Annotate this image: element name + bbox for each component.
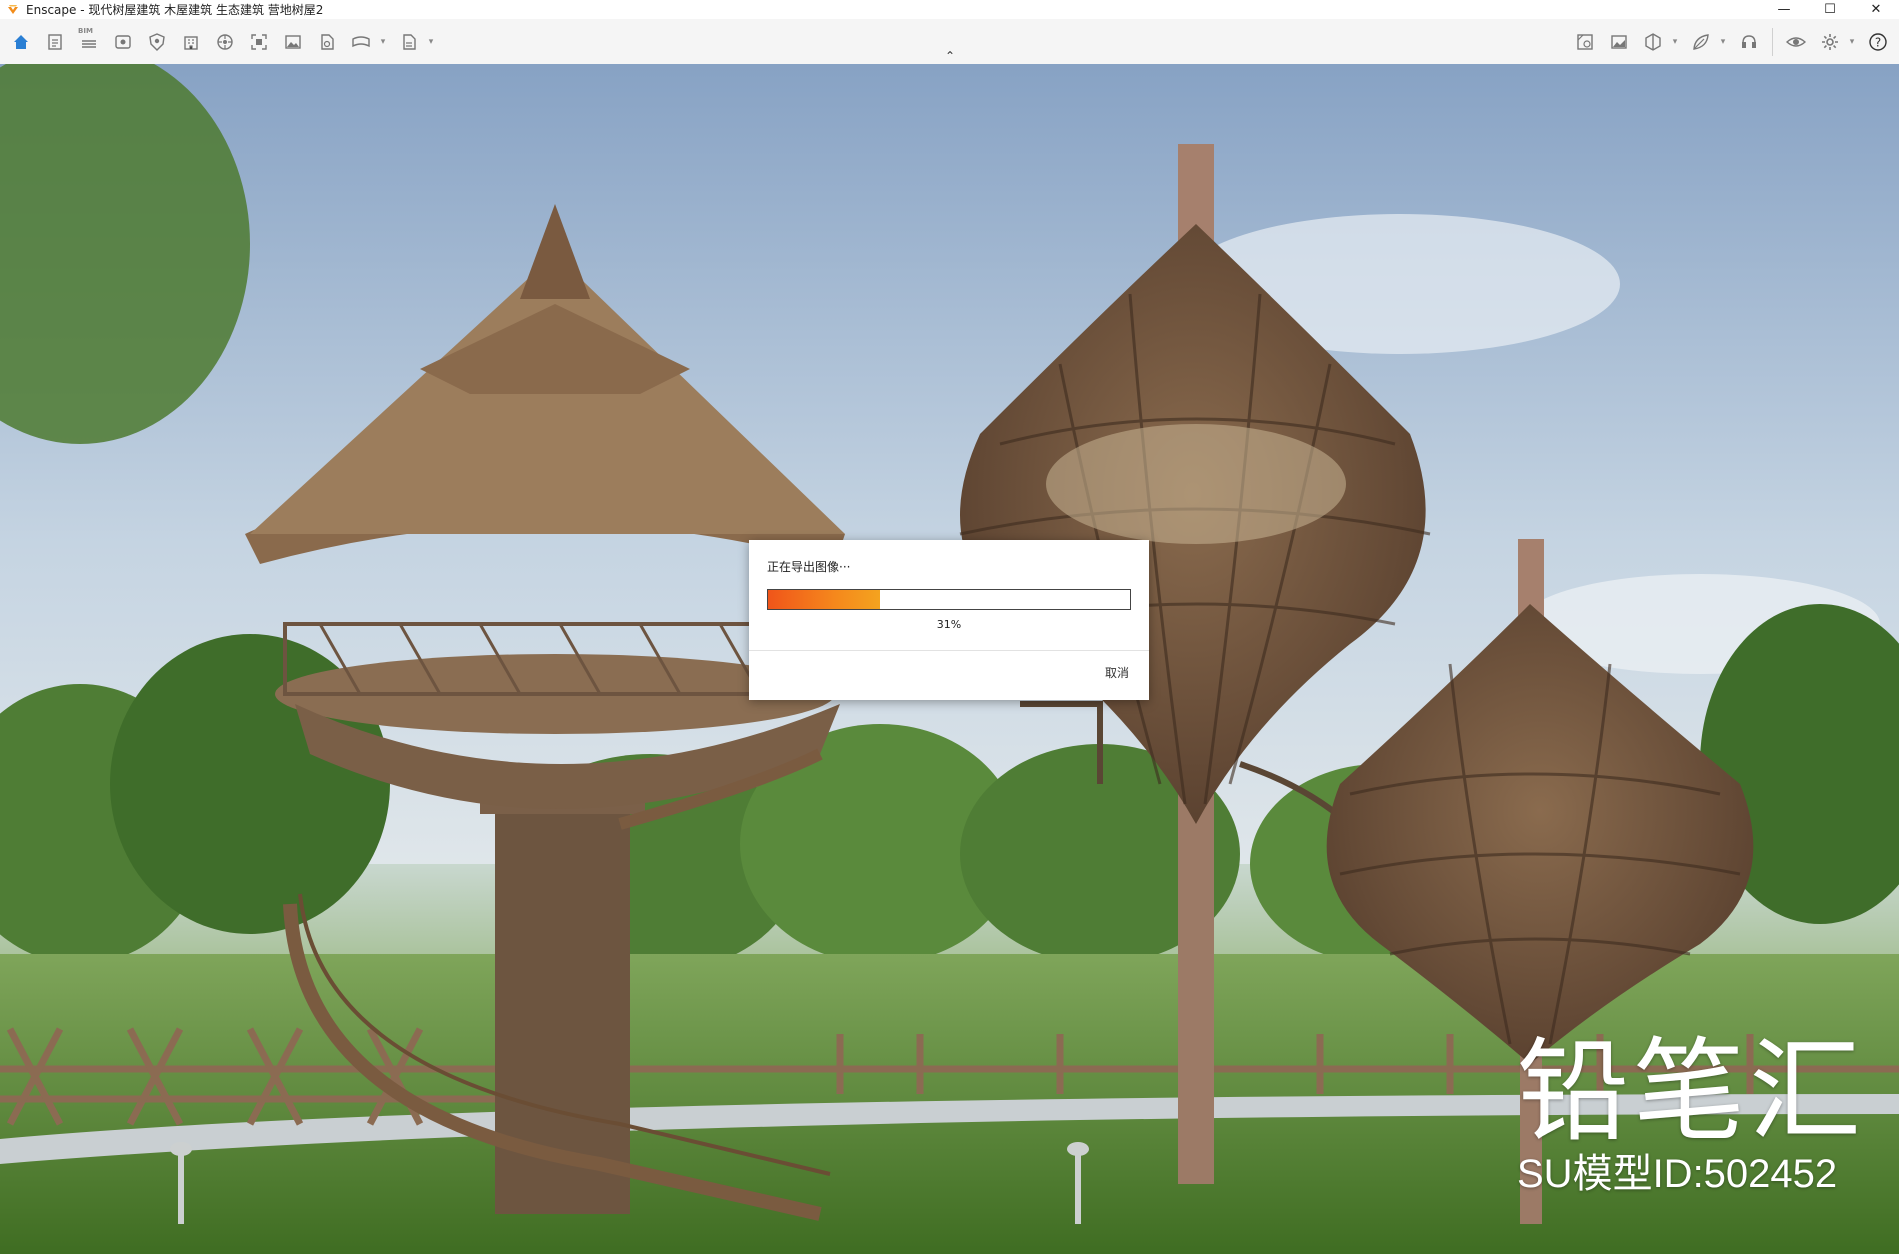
toolbar-left-group: BIM ▾ ▾ (4, 19, 440, 64)
help-button[interactable]: ? (1863, 27, 1893, 57)
home-button[interactable] (6, 27, 36, 57)
title-bar: Enscape - 现代树屋建筑 木屋建筑 生态建筑 营地树屋2 — ☐ ✕ (0, 0, 1899, 19)
svg-text:?: ? (1875, 35, 1881, 49)
window-title: Enscape - 现代树屋建筑 木屋建筑 生态建筑 营地树屋2 (26, 3, 324, 17)
capture-button[interactable] (244, 27, 274, 57)
map-button[interactable] (1570, 27, 1600, 57)
cube-icon (1645, 32, 1661, 51)
file-icon (321, 33, 334, 50)
capture-icon (251, 33, 267, 50)
watermark-model-id: SU模型ID:502452 (1517, 1152, 1838, 1196)
building-button[interactable] (176, 27, 206, 57)
main-toolbar: BIM ▾ ▾ ⌃ ▾ ▾ ▾ ? (0, 19, 1899, 65)
minimize-button[interactable]: — (1761, 0, 1807, 19)
home-icon (14, 34, 28, 49)
material-menu-caret[interactable]: ▾ (1718, 27, 1728, 57)
asset-library-button[interactable] (210, 27, 240, 57)
view-button[interactable] (108, 27, 138, 57)
view-icon (115, 34, 131, 49)
vr-headset-button[interactable] (1734, 27, 1764, 57)
enscape-logo-icon (8, 4, 18, 14)
visual-settings-button[interactable] (1604, 27, 1634, 57)
section-view-button[interactable] (1638, 27, 1668, 57)
shield-icon (149, 32, 165, 51)
exe-export-menu-caret[interactable]: ▾ (426, 27, 436, 57)
watermark: 铅笔汇 SU模型ID:502452 (1517, 1036, 1865, 1196)
dialog-title: 正在导出图像··· (767, 560, 851, 574)
leaf-icon (1693, 33, 1709, 50)
progress-percent-label: 31% (936, 618, 962, 631)
panorama-export-button[interactable] (346, 27, 376, 57)
exe-export-button[interactable] (394, 27, 424, 57)
batch-render-button[interactable] (312, 27, 342, 57)
close-button[interactable]: ✕ (1853, 0, 1899, 19)
headset-icon (1742, 34, 1756, 48)
help-icon: ? (1869, 32, 1887, 51)
map-icon (1577, 33, 1593, 50)
material-button[interactable] (1686, 27, 1716, 57)
section-menu-caret[interactable]: ▾ (1670, 27, 1680, 57)
live-view-button[interactable] (1781, 27, 1811, 57)
export-progress-dialog: 正在导出图像··· 31% 取消 (749, 540, 1149, 700)
export-progress-bar (767, 589, 1131, 610)
bim-badge: BIM (78, 26, 93, 35)
toolbar-right-group: ▾ ▾ ▾ ? (1568, 19, 1895, 64)
panorama-export-icon (352, 35, 370, 47)
dialog-divider (749, 650, 1149, 651)
watermark-logo: 铅笔汇 (1517, 1027, 1865, 1157)
bim-icon (82, 39, 96, 48)
settings-menu-caret[interactable]: ▾ (1847, 27, 1857, 57)
bim-button[interactable]: BIM (74, 27, 104, 57)
panorama-menu-caret[interactable]: ▾ (378, 27, 388, 57)
asset-icon (217, 33, 233, 50)
collapse-toolbar-button[interactable]: ⌃ (940, 49, 960, 63)
window-controls: — ☐ ✕ (1761, 0, 1899, 19)
maximize-button[interactable]: ☐ (1807, 0, 1853, 19)
exe-export-icon (403, 33, 416, 50)
toolbar-separator (1772, 27, 1773, 56)
eye-icon (1786, 36, 1806, 47)
document-button[interactable] (40, 27, 70, 57)
screenshot-button[interactable] (278, 27, 308, 57)
document-icon (48, 33, 62, 50)
shield-button[interactable] (142, 27, 172, 57)
cancel-button[interactable]: 取消 (1105, 664, 1129, 681)
settings-button[interactable] (1815, 27, 1845, 57)
image-icon (285, 34, 301, 49)
building-icon (184, 35, 198, 50)
export-progress-fill (768, 590, 881, 609)
settings-icon (1822, 33, 1838, 50)
picture-icon (1611, 34, 1627, 49)
